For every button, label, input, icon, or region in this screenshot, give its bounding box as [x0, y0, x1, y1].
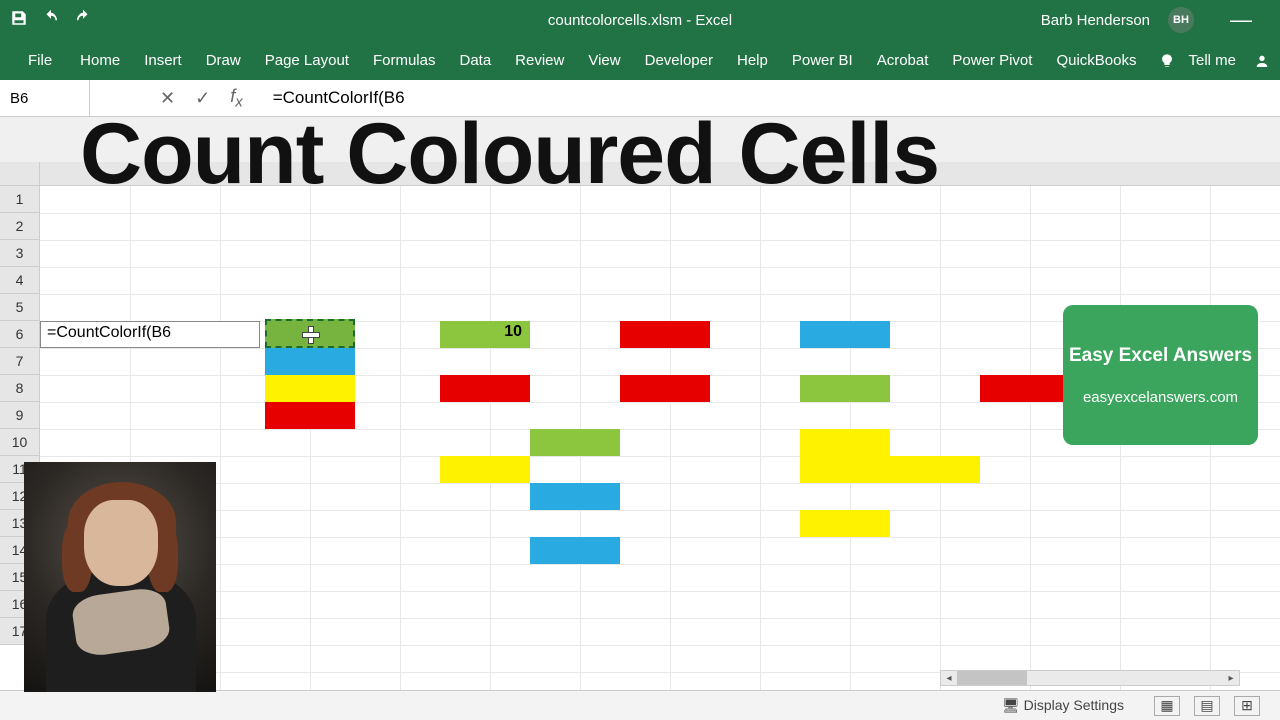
page-break-view-icon[interactable]: ⊞: [1234, 696, 1260, 716]
tab-draw[interactable]: Draw: [196, 46, 251, 75]
colored-cell[interactable]: [980, 375, 1070, 402]
display-settings-button[interactable]: 🖥 Display Settings: [1002, 697, 1124, 714]
row-header[interactable]: 1: [0, 186, 39, 213]
tab-file[interactable]: File: [18, 46, 62, 75]
colored-cell[interactable]: [800, 375, 890, 402]
cell-a6-editing[interactable]: =CountColorIf(B6: [40, 321, 260, 348]
redo-icon[interactable]: [74, 9, 92, 32]
colored-cell[interactable]: [800, 510, 890, 537]
cell-b6-selected[interactable]: [265, 319, 355, 348]
row-header[interactable]: 9: [0, 402, 39, 429]
colored-cell[interactable]: [440, 456, 530, 483]
tab-insert[interactable]: Insert: [134, 46, 192, 75]
colored-cell[interactable]: [265, 402, 355, 429]
status-bar: 🖥 Display Settings ▦ ▤ ⊞: [0, 690, 1280, 720]
window-title: countcolorcells.xlsm - Excel: [548, 12, 732, 29]
horizontal-scrollbar[interactable]: ◂ ▸: [940, 670, 1240, 686]
colored-cell[interactable]: [890, 456, 980, 483]
title-bar: countcolorcells.xlsm - Excel Barb Hender…: [0, 0, 1280, 40]
tab-powerpivot[interactable]: Power Pivot: [942, 46, 1042, 75]
tell-me-search[interactable]: Tell me: [1179, 46, 1247, 75]
select-all-corner[interactable]: [0, 162, 40, 186]
share-icon[interactable]: [1254, 51, 1270, 68]
scrollbar-thumb[interactable]: [957, 671, 1027, 685]
colored-cell[interactable]: [530, 483, 620, 510]
scroll-left-icon[interactable]: ◂: [941, 671, 957, 685]
tab-developer[interactable]: Developer: [635, 46, 723, 75]
row-header[interactable]: 6: [0, 321, 39, 348]
colored-cell[interactable]: [530, 429, 620, 456]
colored-cell[interactable]: [440, 375, 530, 402]
save-icon[interactable]: [10, 9, 28, 32]
colored-cell[interactable]: [530, 537, 620, 564]
lightbulb-icon[interactable]: [1159, 51, 1175, 68]
user-name: Barb Henderson: [1041, 12, 1150, 29]
row-header[interactable]: 2: [0, 213, 39, 240]
colored-cell[interactable]: [265, 375, 355, 402]
cursor-plus-icon: [302, 326, 318, 342]
scroll-right-icon[interactable]: ▸: [1223, 671, 1239, 685]
tab-page-layout[interactable]: Page Layout: [255, 46, 359, 75]
colored-cell[interactable]: [800, 456, 890, 483]
colored-cell[interactable]: [620, 375, 710, 402]
row-header[interactable]: 4: [0, 267, 39, 294]
ribbon-tabs: File Home Insert Draw Page Layout Formul…: [0, 40, 1280, 80]
colored-cell[interactable]: [800, 429, 890, 456]
tab-powerbi[interactable]: Power BI: [782, 46, 863, 75]
row-header[interactable]: 3: [0, 240, 39, 267]
page-layout-view-icon[interactable]: ▤: [1194, 696, 1220, 716]
colored-cell[interactable]: 10: [440, 321, 530, 348]
tab-formulas[interactable]: Formulas: [363, 46, 446, 75]
tab-acrobat[interactable]: Acrobat: [867, 46, 939, 75]
presenter-portrait: [24, 462, 216, 692]
video-title-overlay: Count Coloured Cells: [80, 105, 939, 204]
row-header[interactable]: 8: [0, 375, 39, 402]
tab-help[interactable]: Help: [727, 46, 778, 75]
name-box[interactable]: B6: [0, 80, 90, 116]
tab-data[interactable]: Data: [449, 46, 501, 75]
quick-access-toolbar: [10, 9, 92, 32]
row-header[interactable]: 5: [0, 294, 39, 321]
promo-url: easyexcelanswers.com: [1083, 389, 1238, 406]
tab-quickbooks[interactable]: QuickBooks: [1046, 46, 1146, 75]
promo-card: Easy Excel Answers easyexcelanswers.com: [1063, 305, 1258, 445]
view-buttons: ▦ ▤ ⊞: [1154, 696, 1260, 716]
undo-icon[interactable]: [42, 9, 60, 32]
normal-view-icon[interactable]: ▦: [1154, 696, 1180, 716]
tab-view[interactable]: View: [578, 46, 630, 75]
tab-review[interactable]: Review: [505, 46, 574, 75]
row-header[interactable]: 7: [0, 348, 39, 375]
minimize-icon[interactable]: —: [1230, 7, 1252, 33]
tab-home[interactable]: Home: [70, 46, 130, 75]
colored-cell[interactable]: [620, 321, 710, 348]
user-avatar[interactable]: BH: [1168, 7, 1194, 33]
colored-cell[interactable]: [265, 348, 355, 375]
promo-title: Easy Excel Answers: [1069, 345, 1252, 367]
row-header[interactable]: 10: [0, 429, 39, 456]
colored-cell[interactable]: [800, 321, 890, 348]
